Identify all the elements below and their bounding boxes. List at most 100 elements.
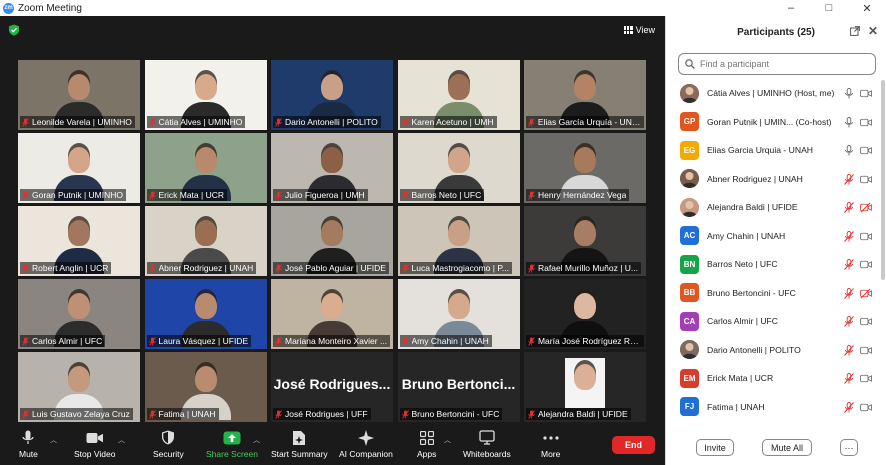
video-tile[interactable]: Luca Mastrogiacomo | P... [397,206,520,276]
mic-muted-icon[interactable] [843,259,855,270]
video-off-icon[interactable] [860,202,872,213]
mic-muted-icon[interactable] [843,373,855,384]
mic-on-icon[interactable] [843,88,855,99]
video-on-icon[interactable] [860,345,872,356]
video-tile[interactable]: Robert Anglin | UCR [18,206,140,276]
mute-all-button[interactable]: Mute All [762,439,812,456]
participant-row[interactable]: AC Amy Chahin | UNAH [666,222,880,251]
muted-mic-icon [275,117,282,127]
video-tile[interactable]: Abner Rodriguez | UNAH [144,206,267,276]
video-tile[interactable]: Goran Putnik | UMINHO [18,133,140,203]
video-tile[interactable]: Amy Chahin | UNAH [397,279,520,349]
video-tile[interactable]: Elias García Urquía - UNAH [524,60,646,130]
end-meeting-button[interactable]: End [612,436,655,454]
participant-name: Goran Putnik | UMINHO [32,190,124,200]
video-on-icon[interactable] [860,402,872,413]
video-on-icon[interactable] [860,259,872,270]
mic-muted-icon[interactable] [843,202,855,213]
mic-muted-icon[interactable] [843,173,855,185]
mic-muted-icon[interactable] [843,316,855,327]
video-tile[interactable]: Dario Antonelli | POLITO [271,60,393,130]
video-tile[interactable]: Mariana Monteiro Xavier ... [271,279,393,349]
mute-button[interactable]: Mute [19,429,38,459]
maximize-button[interactable]: □ [810,0,848,16]
video-tile[interactable]: Barros Neto | UFC [397,133,520,203]
avatar-initials: BN [680,254,699,274]
participant-row[interactable]: FJ Fatima | UNAH [666,393,880,422]
participant-list-name: Carlos Almir | UFC [707,316,778,327]
mic-muted-icon[interactable] [843,230,855,242]
video-tile[interactable]: Luis Gustavo Zelaya Cruz [18,352,140,422]
video-on-icon[interactable] [860,174,872,185]
video-tile[interactable]: Cátia Alves | UMINHO [144,60,267,130]
audio-options-caret-icon[interactable]: ︿ [50,435,57,445]
mic-muted-icon[interactable] [843,287,855,299]
participant-row[interactable]: EM Erick Mata | UCR [666,364,880,393]
participant-search[interactable] [678,53,876,75]
apps-options-caret-icon[interactable]: ︿ [444,435,451,445]
participant-row[interactable]: EG Elias Garcia Urquia - UNAH [666,136,880,165]
share-screen-button[interactable]: Share Screen [206,429,258,459]
mute-label: Mute [19,449,38,459]
whiteboards-button[interactable]: Whiteboards [463,429,511,459]
apps-button[interactable]: Apps [417,429,436,459]
view-button[interactable]: View [623,25,655,35]
share-screen-icon [223,431,241,444]
more-button[interactable]: More [541,429,560,459]
video-options-caret-icon[interactable]: ︿ [118,435,125,445]
participant-list-name: Bruno Bertoncini - UFC [707,287,796,298]
close-panel-icon[interactable]: ✕ [868,24,878,38]
participant-row[interactable]: BB Bruno Bertoncini - UFC [666,279,880,308]
mic-on-icon[interactable] [843,145,855,156]
video-on-icon[interactable] [860,231,872,242]
video-tile[interactable]: Carlos Almir | UFC [18,279,140,349]
security-button[interactable]: Security [153,429,184,459]
popout-icon[interactable] [850,26,860,36]
participant-row[interactable]: Cátia Alves | UMINHO (Host, me) [666,79,880,108]
video-on-icon[interactable] [860,145,872,156]
encryption-shield-icon[interactable] [8,24,20,36]
close-window-button[interactable]: ✕ [848,0,886,16]
video-tile[interactable]: Karen Acetuno | UMH [397,60,520,130]
video-tile[interactable]: José Rodrigues... José Rodrigues | UFF [271,352,393,422]
whiteboard-icon [479,430,495,445]
participant-row[interactable]: CA Carlos Almir | UFC [666,307,880,336]
video-off-icon[interactable] [860,288,872,299]
invite-button[interactable]: Invite [696,439,734,456]
share-options-caret-icon[interactable]: ︿ [253,435,260,445]
stop-video-button[interactable]: Stop Video [74,429,115,459]
participant-row[interactable]: Alejandra Baldi | UFIDE [666,193,880,222]
minimize-button[interactable]: – [772,0,810,16]
video-tile[interactable]: Henry Hernández Vega [524,133,646,203]
video-tile[interactable]: Laura Vásquez | UFIDE [144,279,267,349]
video-tile[interactable]: Fatima | UNAH [144,352,267,422]
search-input[interactable] [700,59,870,69]
video-tile[interactable]: Bruno Bertonci... Bruno Bertoncini - UFC [397,352,520,422]
video-on-icon[interactable] [860,117,872,128]
start-summary-button[interactable]: Start Summary [271,429,328,459]
participant-row[interactable]: Abner Rodriguez | UNAH [666,165,880,194]
video-tile[interactable]: María José Rodríguez Ro... [524,279,646,349]
participant-nameplate: José Pablo Aguiar | UFIDE [273,262,389,274]
participant-nameplate: Abner Rodriguez | UNAH [146,262,257,274]
video-tile[interactable]: José Pablo Aguiar | UFIDE [271,206,393,276]
video-on-icon[interactable] [860,316,872,327]
summary-document-icon [293,430,306,445]
mic-on-icon[interactable] [843,116,855,128]
video-tile[interactable]: Erick Mata | UCR [144,133,267,203]
mic-muted-icon[interactable] [843,344,855,356]
participant-row[interactable]: BN Barros Neto | UFC [666,250,880,279]
video-on-icon[interactable] [860,88,872,99]
video-tile[interactable]: Alejandra Baldi | UFIDE [524,352,646,422]
video-on-icon[interactable] [860,373,872,384]
more-options-button[interactable]: ··· [840,439,858,456]
participant-row[interactable]: GP Goran Putnik | UMIN... (Co-host) [666,108,880,137]
participant-name: Carlos Almir | UFC [32,336,103,346]
video-tile[interactable]: Rafael Murillo Muñoz | U... [524,206,646,276]
video-tile[interactable]: Leonilde Varela | UMINHO [18,60,140,130]
ai-companion-button[interactable]: AI Companion [339,429,393,459]
participant-row[interactable]: Dario Antonelli | POLITO [666,336,880,365]
mic-muted-icon[interactable] [843,401,855,413]
participant-list-scrollbar[interactable] [881,80,885,280]
video-tile[interactable]: Julio Figueroa | UMH [271,133,393,203]
